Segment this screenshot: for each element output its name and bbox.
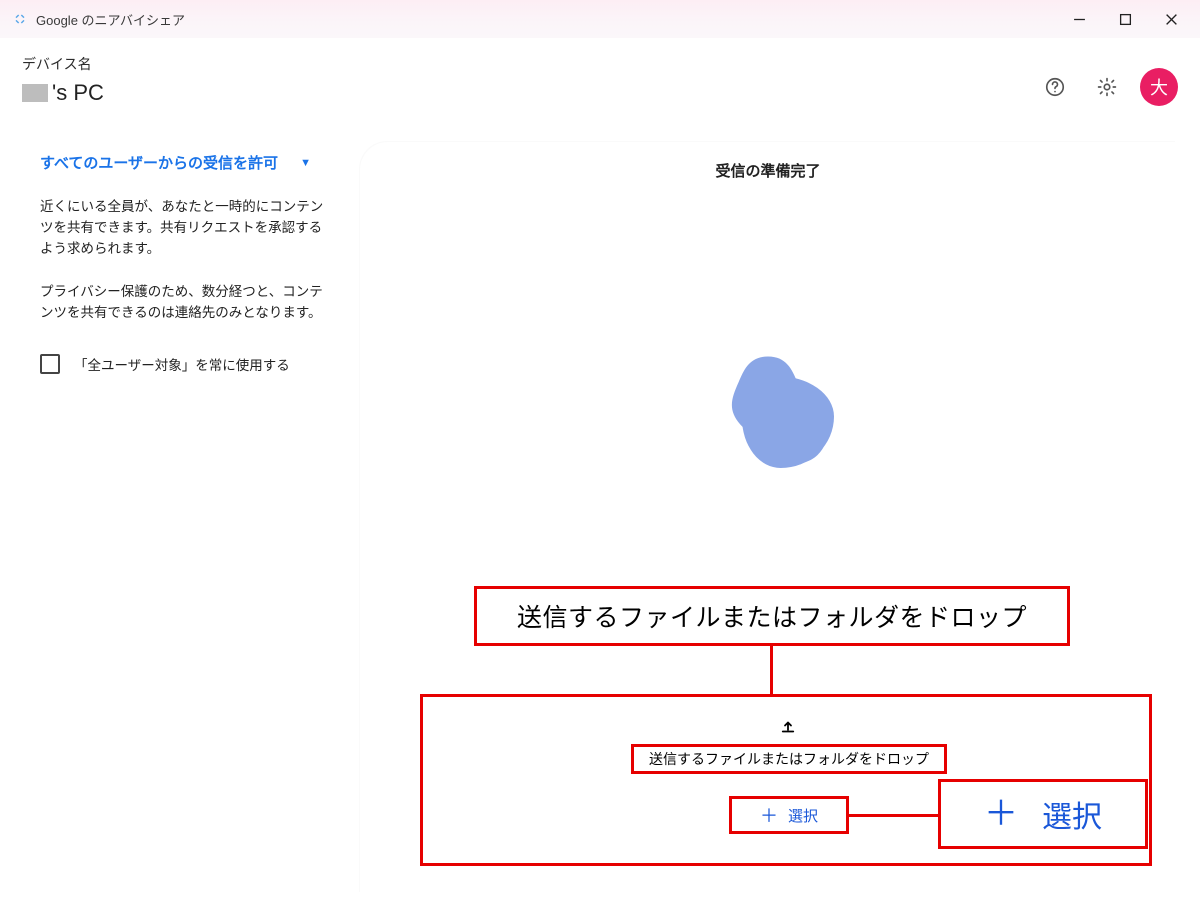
device-name-label: デバイス名: [22, 54, 104, 74]
annotation-drop-prompt-large-text: 送信するファイルまたはフォルダをドロップ: [517, 598, 1027, 634]
close-button[interactable]: [1148, 0, 1194, 38]
device-block: デバイス名 's PC: [22, 54, 104, 106]
select-button-label: 選択: [788, 805, 818, 826]
header: デバイス名 's PC 大: [0, 38, 1200, 118]
annotation-connector-vertical: [770, 646, 773, 694]
plus-icon: ＋: [760, 802, 778, 828]
device-name-suffix: 's PC: [52, 80, 104, 106]
window-controls: [1056, 0, 1194, 38]
select-button-label-large: 選択: [1042, 792, 1102, 836]
annotation-drop-prompt-small: 送信するファイルまたはフォルダをドロップ: [631, 744, 947, 774]
avatar[interactable]: 大: [1140, 68, 1178, 106]
ready-status: 受信の準備完了: [715, 160, 820, 181]
visibility-dropdown-label: すべてのユーザーからの受信を許可: [40, 152, 278, 173]
visibility-dropdown[interactable]: すべてのユーザーからの受信を許可 ▼: [40, 152, 334, 173]
always-everyone-label: 「全ユーザー対象」を常に使用する: [74, 354, 290, 374]
always-everyone-row: 「全ユーザー対象」を常に使用する: [40, 354, 334, 374]
minimize-button[interactable]: [1056, 0, 1102, 38]
maximize-button[interactable]: [1102, 0, 1148, 38]
nearby-share-icon: [12, 11, 28, 27]
select-button[interactable]: ＋ 選択: [729, 796, 849, 834]
chevron-down-icon: ▼: [300, 157, 311, 169]
visibility-description-2: プライバシー保護のため、数分経つと、コンテンツを共有できるのは連絡先のみとなりま…: [40, 282, 334, 324]
always-everyone-checkbox[interactable]: [40, 354, 60, 374]
annotation-select-button-large: ＋ 選択: [938, 779, 1148, 849]
avatar-text: 大: [1150, 74, 1168, 100]
upload-icon: [779, 718, 797, 736]
header-actions: 大: [1036, 54, 1178, 106]
window-title: Google のニアバイシェア: [36, 10, 185, 29]
annotation-drop-prompt-large: 送信するファイルまたはフォルダをドロップ: [474, 586, 1070, 646]
help-button[interactable]: [1036, 68, 1074, 106]
settings-button[interactable]: [1088, 68, 1126, 106]
device-name: 's PC: [22, 80, 104, 106]
redacted-name: [22, 84, 48, 102]
sidebar: すべてのユーザーからの受信を許可 ▼ 近くにいる全員が、あなたと一時的にコンテン…: [0, 118, 360, 893]
annotation-connector-horizontal: [849, 814, 938, 817]
drop-prompt-text: 送信するファイルまたはフォルダをドロップ: [649, 749, 929, 769]
window-titlebar: Google のニアバイシェア: [0, 0, 1200, 38]
visibility-description-1: 近くにいる全員が、あなたと一時的にコンテンツを共有できます。共有リクエストを承認…: [40, 197, 334, 260]
